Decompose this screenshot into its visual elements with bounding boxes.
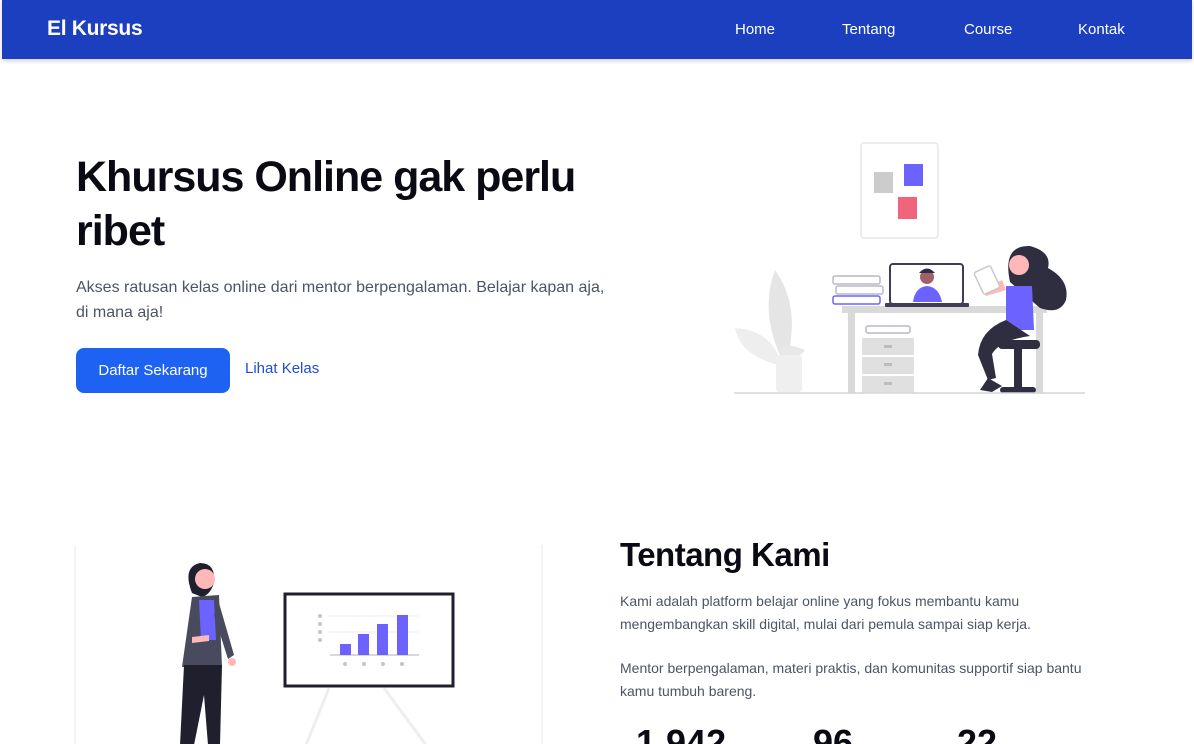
stat-number-2: 96 (813, 722, 854, 744)
nav-link-home[interactable]: Home (735, 21, 775, 38)
brand-logo[interactable]: El Kursus (47, 17, 143, 41)
hero-subtitle: Akses ratusan kelas online dari mentor b… (76, 279, 605, 321)
lihat-kelas-link[interactable]: Lihat Kelas (245, 360, 319, 377)
hero-title: Khursus Online gak perlu ribet (76, 153, 576, 255)
nav-link-kontak[interactable]: Kontak (1078, 21, 1125, 38)
top-navbar: El Kursus Home Tentang Course Kontak (2, 0, 1192, 59)
presentation-chart-illustration (74, 545, 543, 744)
about-title: Tentang Kami (620, 536, 830, 573)
nav-link-tentang[interactable]: Tentang (842, 21, 895, 38)
stat-number-3: 22 (957, 722, 998, 744)
nav-link-course[interactable]: Course (964, 21, 1012, 38)
about-paragraph-1: Kami adalah platform belajar online yang… (620, 593, 1031, 632)
daftar-sekarang-button[interactable]: Daftar Sekarang (76, 348, 230, 393)
about-paragraph-2: Mentor berpengalaman, materi praktis, da… (620, 660, 1082, 699)
stat-number-1: 1.942 (636, 722, 727, 744)
online-learning-illustration (734, 142, 1085, 394)
